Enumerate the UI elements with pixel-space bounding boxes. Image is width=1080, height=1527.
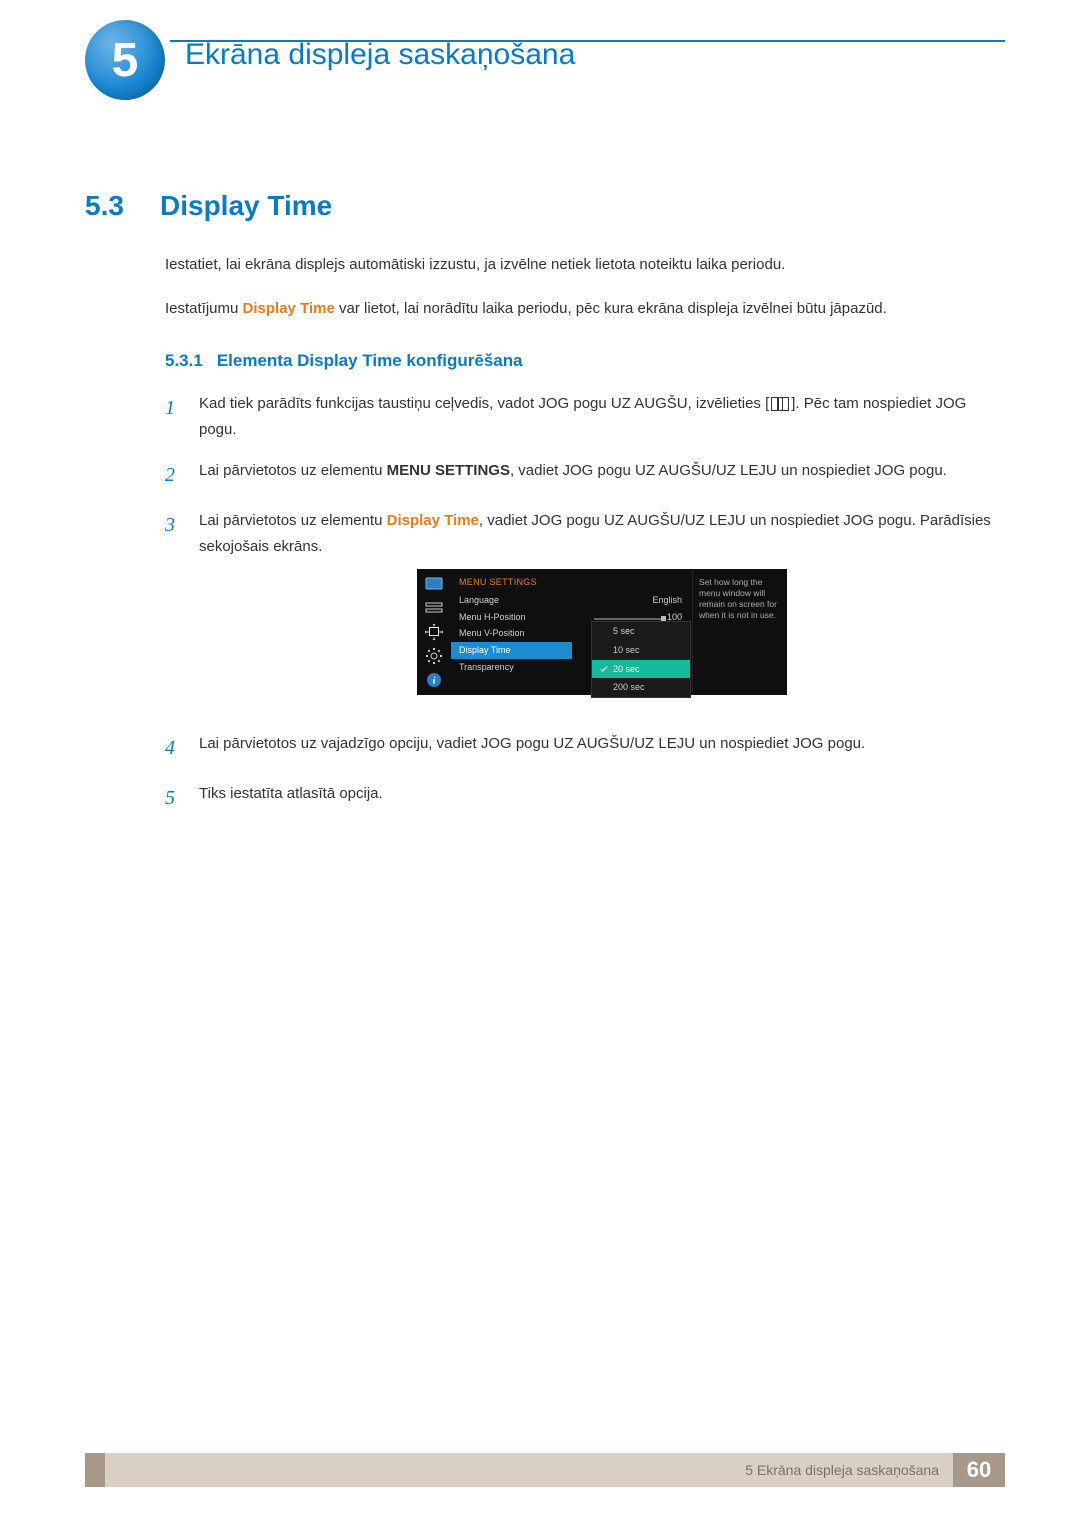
step-2: 2 Lai pārvietotos uz elementu MENU SETTI…: [165, 458, 1005, 492]
picture-icon: [425, 577, 443, 591]
osd-row-language: Language English: [451, 592, 692, 609]
step-4: 4 Lai pārvietotos uz vajadzīgo opciju, v…: [165, 731, 1005, 765]
step-1: 1 Kad tiek parādīts funkcijas taustiņu c…: [165, 391, 1005, 442]
section-title: Display Time: [160, 190, 332, 222]
resize-icon: [425, 625, 443, 639]
step-3: 3 Lai pārvietotos uz elementu Display Ti…: [165, 508, 1005, 715]
osd-screenshot: i MENU SETTINGS Language English Menu H-…: [417, 569, 787, 695]
osd-main-panel: MENU SETTINGS Language English Menu H-Po…: [451, 569, 692, 695]
osd-dropdown: 5 sec 10 sec 20 sec 200 sec: [591, 621, 691, 698]
step-number: 1: [165, 391, 181, 442]
step-number: 3: [165, 508, 181, 715]
section-number: 5.3: [85, 190, 140, 222]
list-icon: [425, 601, 443, 615]
term-display-time: Display Time: [243, 300, 335, 317]
osd-option-20sec-selected: 20 sec: [592, 660, 690, 679]
subsection-number: 5.3.1: [165, 351, 203, 371]
page-footer: 5 Ekrāna displeja saskaņošana 60: [85, 1453, 1005, 1487]
osd-row-display-time: Display Time: [451, 642, 572, 659]
intro-paragraph-1: Iestatiet, lai ekrāna displejs automātis…: [165, 252, 1005, 278]
osd-help-text: Set how long the menu window will remain…: [692, 569, 787, 695]
page-number: 60: [953, 1453, 1005, 1487]
intro-paragraph-2: Iestatījumu Display Time var lietot, lai…: [165, 296, 1005, 322]
step-number: 5: [165, 781, 181, 815]
check-icon: [600, 665, 608, 673]
osd-option-10sec: 10 sec: [592, 641, 690, 660]
subsection-title: Elementa Display Time konfigurēšana: [217, 351, 523, 371]
info-icon: i: [425, 673, 443, 687]
step-5: 5 Tiks iestatīta atlasītā opcija.: [165, 781, 1005, 815]
gear-icon: [425, 649, 443, 663]
osd-option-200sec: 200 sec: [592, 678, 690, 697]
osd-header: MENU SETTINGS: [451, 575, 692, 592]
chapter-title: Ekrāna displeja saskaņošana: [185, 38, 575, 72]
step-number: 4: [165, 731, 181, 765]
footer-accent: [85, 1453, 105, 1487]
chapter-number-badge: 5: [85, 20, 165, 100]
osd-sidebar: i: [417, 569, 451, 695]
osd-option-5sec: 5 sec: [592, 622, 690, 641]
menu-icon: [771, 397, 789, 411]
term-display-time: Display Time: [387, 512, 479, 529]
slider-icon: [594, 618, 664, 620]
term-menu-settings: MENU SETTINGS: [387, 462, 510, 479]
footer-label: 5 Ekrāna displeja saskaņošana: [745, 1462, 939, 1478]
step-number: 2: [165, 458, 181, 492]
